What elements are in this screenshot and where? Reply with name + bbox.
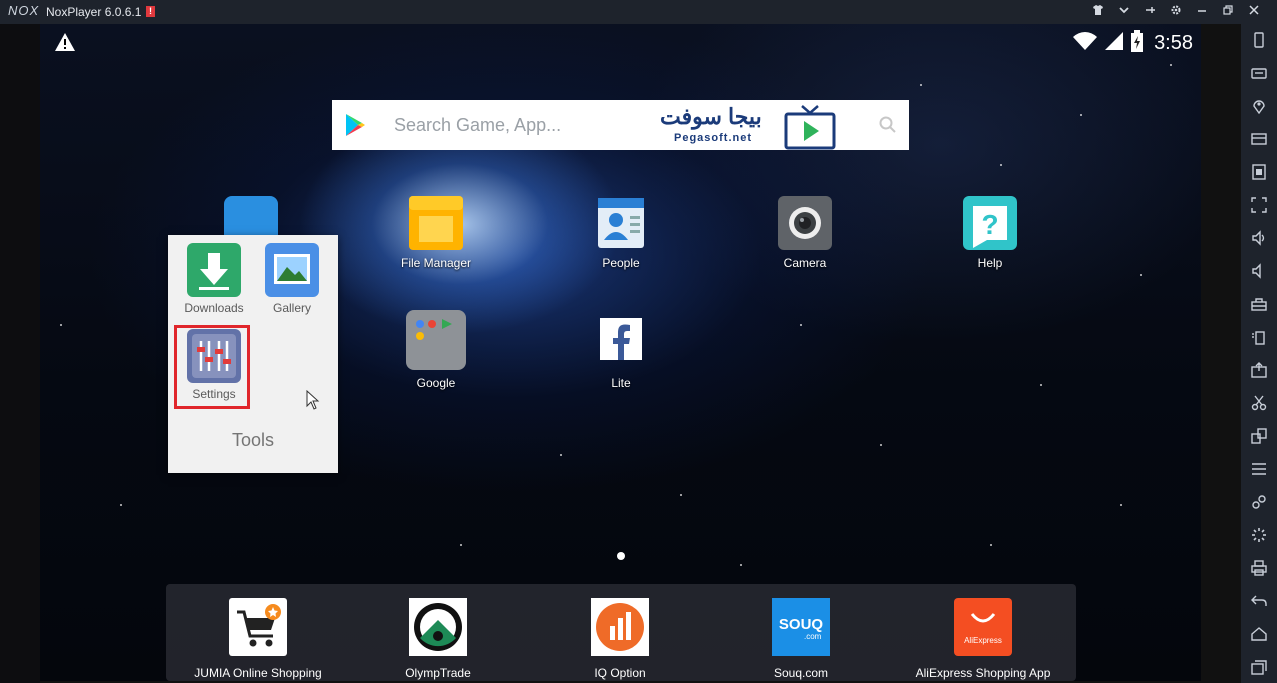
- menu-icon[interactable]: [1251, 461, 1267, 477]
- aliexpress-icon: AliExpress: [954, 598, 1012, 656]
- dock-app-label: IQ Option: [594, 666, 646, 680]
- shake-icon[interactable]: [1251, 329, 1267, 345]
- multi-instance-icon[interactable]: [1251, 428, 1267, 444]
- apk-icon[interactable]: [1251, 164, 1267, 180]
- phone-icon[interactable]: [1251, 32, 1267, 48]
- app-lite[interactable]: Lite: [561, 316, 681, 390]
- watermark-arabic: بيجا سوفت: [660, 104, 762, 129]
- souq-icon: SOUQ .com: [772, 598, 830, 656]
- dock-app-iqoption[interactable]: IQ Option: [550, 598, 690, 680]
- app-label: Help: [977, 256, 1003, 270]
- watermark: بيجا سوفت Pegasoft.net: [660, 102, 840, 150]
- souq-logo-text: SOUQ: [778, 616, 824, 633]
- dock-app-label: OlympTrade: [405, 666, 471, 680]
- tools-folder[interactable]: Downloads Gallery Settings Tools: [168, 235, 338, 473]
- left-border: [0, 24, 40, 683]
- window-title: NoxPlayer 6.0.6.1: [46, 5, 142, 19]
- clock: 3:58: [1154, 31, 1193, 54]
- play-store-icon: [344, 113, 366, 142]
- signal-icon: [1104, 31, 1124, 56]
- app-file-manager[interactable]: File Manager: [376, 196, 496, 270]
- olymptrade-icon: [409, 598, 467, 656]
- volume-down-icon[interactable]: [1251, 263, 1267, 279]
- app-label: Camera: [783, 256, 827, 270]
- help-icon: ?: [963, 196, 1017, 250]
- toolbox-icon[interactable]: [1251, 296, 1267, 312]
- contacts-icon: [594, 196, 648, 250]
- search-icon[interactable]: [879, 116, 897, 139]
- title-bar: NOX NoxPlayer 6.0.6.1 !: [0, 0, 1277, 24]
- loading-icon[interactable]: [1251, 527, 1267, 543]
- app-label: Google: [416, 376, 456, 390]
- hidden-app-icon: [224, 196, 278, 236]
- chevron-down-icon[interactable]: [1111, 3, 1137, 21]
- screen-icon[interactable]: [1251, 131, 1267, 147]
- download-icon: [187, 243, 241, 297]
- search-bar[interactable]: Search Game, App... بيجا سوفت Pegasoft.n…: [332, 100, 909, 150]
- camera-icon: [778, 196, 832, 250]
- svg-text:?: ?: [981, 209, 998, 240]
- wifi-icon: [1072, 31, 1098, 56]
- volume-up-icon[interactable]: [1251, 230, 1267, 246]
- search-placeholder[interactable]: Search Game, App...: [394, 115, 561, 136]
- iqoption-icon: [591, 598, 649, 656]
- app-help[interactable]: ? Help: [930, 196, 1050, 270]
- folder-title[interactable]: Tools: [168, 430, 338, 451]
- folder-item-label: Downloads: [184, 301, 244, 315]
- dock-app-jumia[interactable]: JUMIA Online Shopping: [188, 598, 328, 680]
- warning-icon: [54, 32, 76, 52]
- app-label: File Manager: [400, 256, 472, 270]
- app-gallery[interactable]: Gallery: [254, 243, 330, 315]
- souq-logo-sub: .com: [804, 632, 822, 641]
- location-icon[interactable]: [1251, 98, 1267, 115]
- app-camera[interactable]: Camera: [745, 196, 865, 270]
- folder-item-label: Gallery: [272, 301, 311, 315]
- link-icon[interactable]: [1251, 494, 1267, 510]
- print-icon[interactable]: [1251, 560, 1267, 576]
- facebook-icon: [594, 316, 648, 370]
- recent-apps-icon[interactable]: [1251, 659, 1267, 675]
- app-label: People: [602, 256, 640, 270]
- folder-icon: [409, 196, 463, 250]
- battery-icon: [1130, 29, 1144, 57]
- status-bar: 3:58: [1072, 29, 1193, 57]
- keyboard-icon[interactable]: [1251, 65, 1267, 81]
- scissors-icon[interactable]: [1251, 395, 1267, 411]
- fullscreen-icon[interactable]: [1251, 197, 1267, 213]
- cart-icon: [229, 598, 287, 656]
- window-controls: [1085, 3, 1267, 21]
- minimize-icon[interactable]: [1189, 3, 1215, 21]
- close-icon[interactable]: [1241, 3, 1267, 21]
- shirt-icon[interactable]: [1085, 3, 1111, 21]
- mouse-cursor-icon: [306, 389, 320, 415]
- app-google[interactable]: Google: [376, 310, 496, 390]
- highlight-box: [174, 325, 250, 409]
- home-icon[interactable]: [1251, 626, 1267, 642]
- screenshot-icon[interactable]: [1251, 362, 1267, 378]
- update-badge[interactable]: !: [146, 6, 155, 17]
- aliexpress-logo-text: AliExpress: [964, 636, 1002, 645]
- pin-icon[interactable]: [1137, 3, 1163, 21]
- app-people[interactable]: People: [561, 196, 681, 270]
- gallery-icon: [265, 243, 319, 297]
- dock: JUMIA Online Shopping OlympTrade IQ Opti…: [166, 584, 1076, 681]
- right-toolbar: [1241, 24, 1277, 683]
- gear-icon[interactable]: [1163, 3, 1189, 21]
- app-logo: NOX: [8, 3, 40, 18]
- dock-app-olymptrade[interactable]: OlympTrade: [368, 598, 508, 680]
- tv-logo-icon: [780, 104, 840, 155]
- dock-app-aliexpress[interactable]: AliExpress AliExpress Shopping App: [913, 598, 1053, 680]
- dock-app-label: JUMIA Online Shopping: [194, 666, 322, 680]
- android-screen[interactable]: 3:58 Search Game, App... بيجا سوفت Pegas…: [40, 24, 1201, 681]
- app-label: Lite: [611, 376, 631, 390]
- page-indicator[interactable]: [617, 552, 625, 560]
- back-icon[interactable]: [1251, 593, 1267, 609]
- watermark-url: Pegasoft.net: [674, 132, 753, 144]
- dock-app-label: AliExpress Shopping App: [915, 666, 1051, 680]
- dock-app-label: Souq.com: [773, 666, 829, 680]
- restore-icon[interactable]: [1215, 3, 1241, 21]
- dock-app-souq[interactable]: SOUQ .com Souq.com: [731, 598, 871, 680]
- app-downloads[interactable]: Downloads: [176, 243, 252, 315]
- google-folder-icon: [406, 310, 466, 370]
